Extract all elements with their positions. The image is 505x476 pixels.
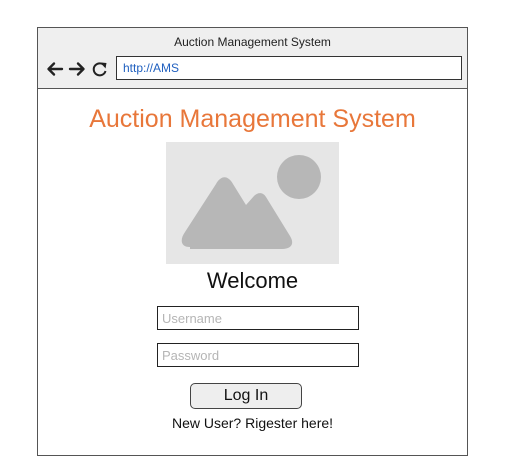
password-field[interactable]	[157, 343, 359, 367]
image-placeholder-icon	[181, 155, 321, 249]
arrow-right-icon	[68, 62, 85, 76]
arrow-left-icon	[47, 62, 64, 76]
welcome-heading: Welcome	[206, 268, 299, 293]
forward-button[interactable]	[68, 60, 86, 78]
register-link[interactable]: New User? Rigester here!	[38, 415, 467, 431]
page-title: Auction Management System	[89, 105, 416, 133]
url-bar[interactable]	[116, 56, 462, 80]
window-title: Auction Management System	[174, 35, 331, 49]
browser-window: Auction Management System Auction Manage…	[37, 27, 468, 456]
login-button[interactable]: Log In	[190, 383, 302, 409]
refresh-icon	[92, 62, 107, 77]
back-button[interactable]	[46, 60, 64, 78]
username-field[interactable]	[157, 306, 359, 330]
hero-image	[166, 142, 339, 264]
refresh-button[interactable]	[91, 60, 109, 78]
browser-chrome: Auction Management System	[38, 28, 467, 89]
